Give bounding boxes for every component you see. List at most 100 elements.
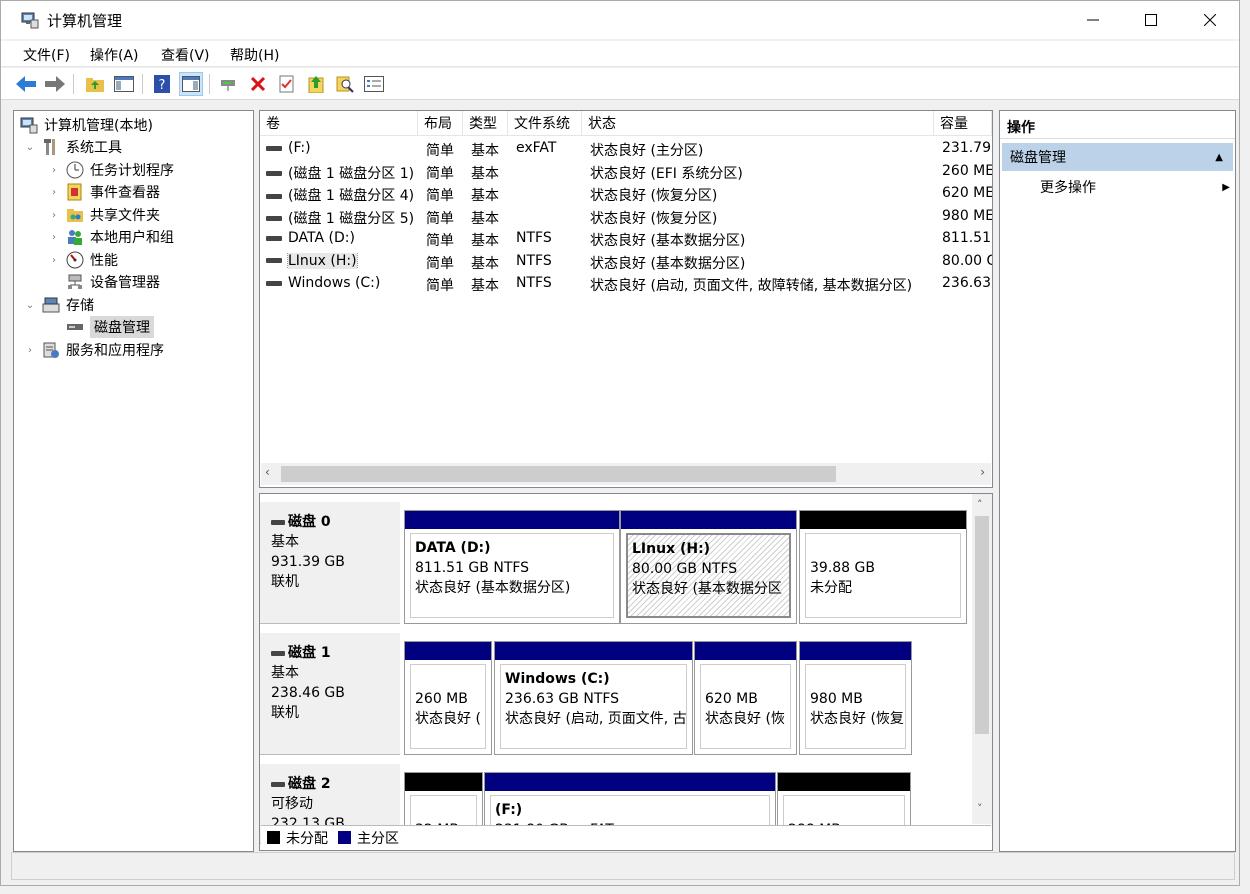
- title-bar: 计算机管理: [1, 1, 1239, 39]
- volume-status-cell: 状态良好 (启动, 页面文件, 故障转储, 基本数据分区): [590, 278, 913, 294]
- volume-row[interactable]: (磁盘 1 磁盘分区 4) 简单 基本 状态良好 (恢复分区) 620 ME: [260, 183, 992, 205]
- chevron-down-icon[interactable]: ⌄: [24, 300, 36, 311]
- action-pane-icon: [182, 76, 200, 92]
- volume-layout-cell: 简单: [426, 165, 454, 182]
- volume-list-pane: 卷 布局 类型 文件系统 状态 容量 (F:) 简单 基本 exFAT 状态良好 (主分…: [259, 110, 993, 488]
- chevron-right-icon[interactable]: ›: [48, 210, 60, 221]
- menu-bar: 文件(F) 操作(A) 查看(V) 帮助(H): [1, 41, 1239, 67]
- partition-block[interactable]: 39.88 GB 未分配: [799, 510, 967, 624]
- tree-item-disk-management[interactable]: 磁盘管理: [66, 316, 154, 338]
- menu-action[interactable]: 操作(A): [90, 45, 139, 65]
- partition-status: 状态良好 (: [415, 711, 481, 727]
- menu-view[interactable]: 查看(V): [161, 45, 210, 65]
- partition-block[interactable]: LInux (H:) 80.00 GB NTFS 状态良好 (基本数据分区: [620, 510, 797, 624]
- column-header-filesystem[interactable]: 文件系统: [508, 111, 582, 136]
- volume-name-text: (磁盘 1 磁盘分区 1): [288, 165, 415, 182]
- more-actions-item[interactable]: 更多操作 ▶: [1040, 175, 1230, 199]
- volume-row[interactable]: (磁盘 1 磁盘分区 5) 简单 基本 状态良好 (恢复分区) 980 ME: [260, 206, 992, 228]
- partition-block[interactable]: 980 MB 状态良好 (恢复: [799, 641, 912, 755]
- partition-status: 状态良好 (恢: [705, 711, 785, 727]
- connect-drive-icon: [221, 80, 235, 91]
- tree-item-services-apps[interactable]: › 服务和应用程序: [24, 339, 164, 361]
- scrollbar-thumb[interactable]: [281, 466, 836, 482]
- column-header-volume[interactable]: 卷: [260, 111, 418, 136]
- tree-item-device-manager[interactable]: 设备管理器: [66, 271, 160, 293]
- tree-item-shared-folders[interactable]: › 共享文件夹: [48, 204, 160, 226]
- maximize-icon: [1145, 14, 1157, 26]
- connect-button[interactable]: [217, 72, 241, 96]
- scroll-left-icon[interactable]: ‹: [265, 465, 270, 479]
- up-folder-button[interactable]: [83, 72, 107, 96]
- menu-help[interactable]: 帮助(H): [230, 45, 279, 65]
- volume-name-text: (磁盘 1 磁盘分区 5): [288, 210, 415, 227]
- volume-row[interactable]: (磁盘 1 磁盘分区 1) 简单 基本 状态良好 (EFI 系统分区) 260 ME: [260, 161, 992, 183]
- scroll-up-icon[interactable]: ˄: [977, 498, 983, 511]
- column-header-layout[interactable]: 布局: [418, 111, 463, 136]
- chevron-right-icon[interactable]: ›: [48, 187, 60, 198]
- disk-label[interactable]: 磁盘 1 基本 238.46 GB 联机: [260, 633, 400, 755]
- scroll-down-icon[interactable]: ˅: [977, 802, 983, 815]
- tree-item-event-viewer[interactable]: › 事件查看器: [48, 181, 160, 203]
- volume-row[interactable]: LInux (H:) 简单 基本 NTFS 状态良好 (基本数据分区) 80.00 G: [260, 251, 992, 273]
- show-hide-tree-button[interactable]: [112, 72, 136, 96]
- menu-file[interactable]: 文件(F): [23, 45, 70, 65]
- drive-icon: [266, 193, 282, 199]
- volume-capacity-cell: 231.79: [942, 140, 991, 156]
- tree-item-storage[interactable]: ⌄ 存储: [24, 294, 94, 316]
- volume-type-cell: 基本: [471, 210, 499, 227]
- chevron-right-icon[interactable]: ›: [48, 232, 60, 243]
- forward-button[interactable]: [43, 72, 67, 96]
- volume-row[interactable]: Windows (C:) 简单 基本 NTFS 状态良好 (启动, 页面文件, 故障转储…: [260, 273, 992, 295]
- tree-item-label: 计算机管理(本地): [44, 118, 153, 134]
- column-header-status[interactable]: 状态: [582, 111, 934, 136]
- collapse-arrow-icon[interactable]: ▲: [1215, 152, 1223, 163]
- disk-drive-icon: [271, 519, 285, 525]
- close-button[interactable]: [1181, 1, 1239, 39]
- storage-icon: [42, 297, 60, 313]
- primary-swatch: [338, 831, 351, 844]
- delete-button[interactable]: [246, 72, 270, 96]
- drive-icon: [266, 258, 282, 263]
- actions-section-disk-management[interactable]: 磁盘管理 ▲: [1002, 143, 1233, 171]
- scroll-right-icon[interactable]: ›: [980, 465, 985, 479]
- partition-title: [810, 538, 956, 558]
- export-button[interactable]: [304, 72, 328, 96]
- chevron-down-icon[interactable]: ⌄: [24, 142, 36, 153]
- window-title: 计算机管理: [47, 12, 123, 30]
- list-view-icon: [364, 76, 384, 92]
- partition-block[interactable]: Windows (C:) 236.63 GB NTFS 状态良好 (启动, 页面文件…: [494, 641, 693, 755]
- chevron-right-icon[interactable]: ›: [48, 165, 60, 176]
- volume-name-text: (F:): [288, 140, 311, 156]
- back-button[interactable]: [14, 72, 38, 96]
- chevron-right-icon[interactable]: ›: [24, 345, 36, 356]
- vertical-scrollbar[interactable]: ˄ ˅: [972, 494, 992, 824]
- tree-item-task-scheduler[interactable]: › 任务计划程序: [48, 159, 174, 181]
- minimize-button[interactable]: [1064, 1, 1122, 39]
- actions-pane: 操作 磁盘管理 ▲ 更多操作 ▶: [999, 110, 1236, 852]
- tree-item-system-tools[interactable]: ⌄ 系统工具: [24, 136, 122, 158]
- volume-row[interactable]: (F:) 简单 基本 exFAT 状态良好 (主分区) 231.79: [260, 138, 992, 160]
- tree-item-local-users[interactable]: › 本地用户和组: [48, 226, 174, 248]
- horizontal-scrollbar[interactable]: ‹ ›: [261, 463, 991, 485]
- search-button[interactable]: [333, 72, 357, 96]
- list-view-button[interactable]: [362, 72, 386, 96]
- volume-layout-cell: 简单: [426, 255, 454, 272]
- volume-row[interactable]: DATA (D:) 简单 基本 NTFS 状态良好 (基本数据分区) 811.51: [260, 228, 992, 250]
- properties-button[interactable]: [275, 72, 299, 96]
- legend-unallocated-label: 未分配: [286, 830, 328, 847]
- disk-label[interactable]: 磁盘 0 基本 931.39 GB 联机: [260, 502, 400, 624]
- maximize-button[interactable]: [1122, 1, 1180, 39]
- partition-block[interactable]: 260 MB 状态良好 (: [404, 641, 492, 755]
- scrollbar-thumb[interactable]: [975, 516, 989, 734]
- tree-item-performance[interactable]: › 性能: [48, 249, 118, 271]
- help-button[interactable]: ?: [150, 72, 174, 96]
- action-pane-button[interactable]: [179, 72, 203, 96]
- partition-block[interactable]: 620 MB 状态良好 (恢: [694, 641, 797, 755]
- column-header-capacity[interactable]: 容量: [934, 111, 992, 136]
- volume-type-cell: 基本: [471, 165, 499, 182]
- tree-item-root[interactable]: 计算机管理(本地): [20, 114, 153, 136]
- partition-block[interactable]: DATA (D:) 811.51 GB NTFS 状态良好 (基本数据分区): [404, 510, 620, 624]
- column-header-type[interactable]: 类型: [463, 111, 508, 136]
- volume-capacity-cell: 260 ME: [942, 162, 992, 179]
- chevron-right-icon[interactable]: ›: [48, 255, 60, 266]
